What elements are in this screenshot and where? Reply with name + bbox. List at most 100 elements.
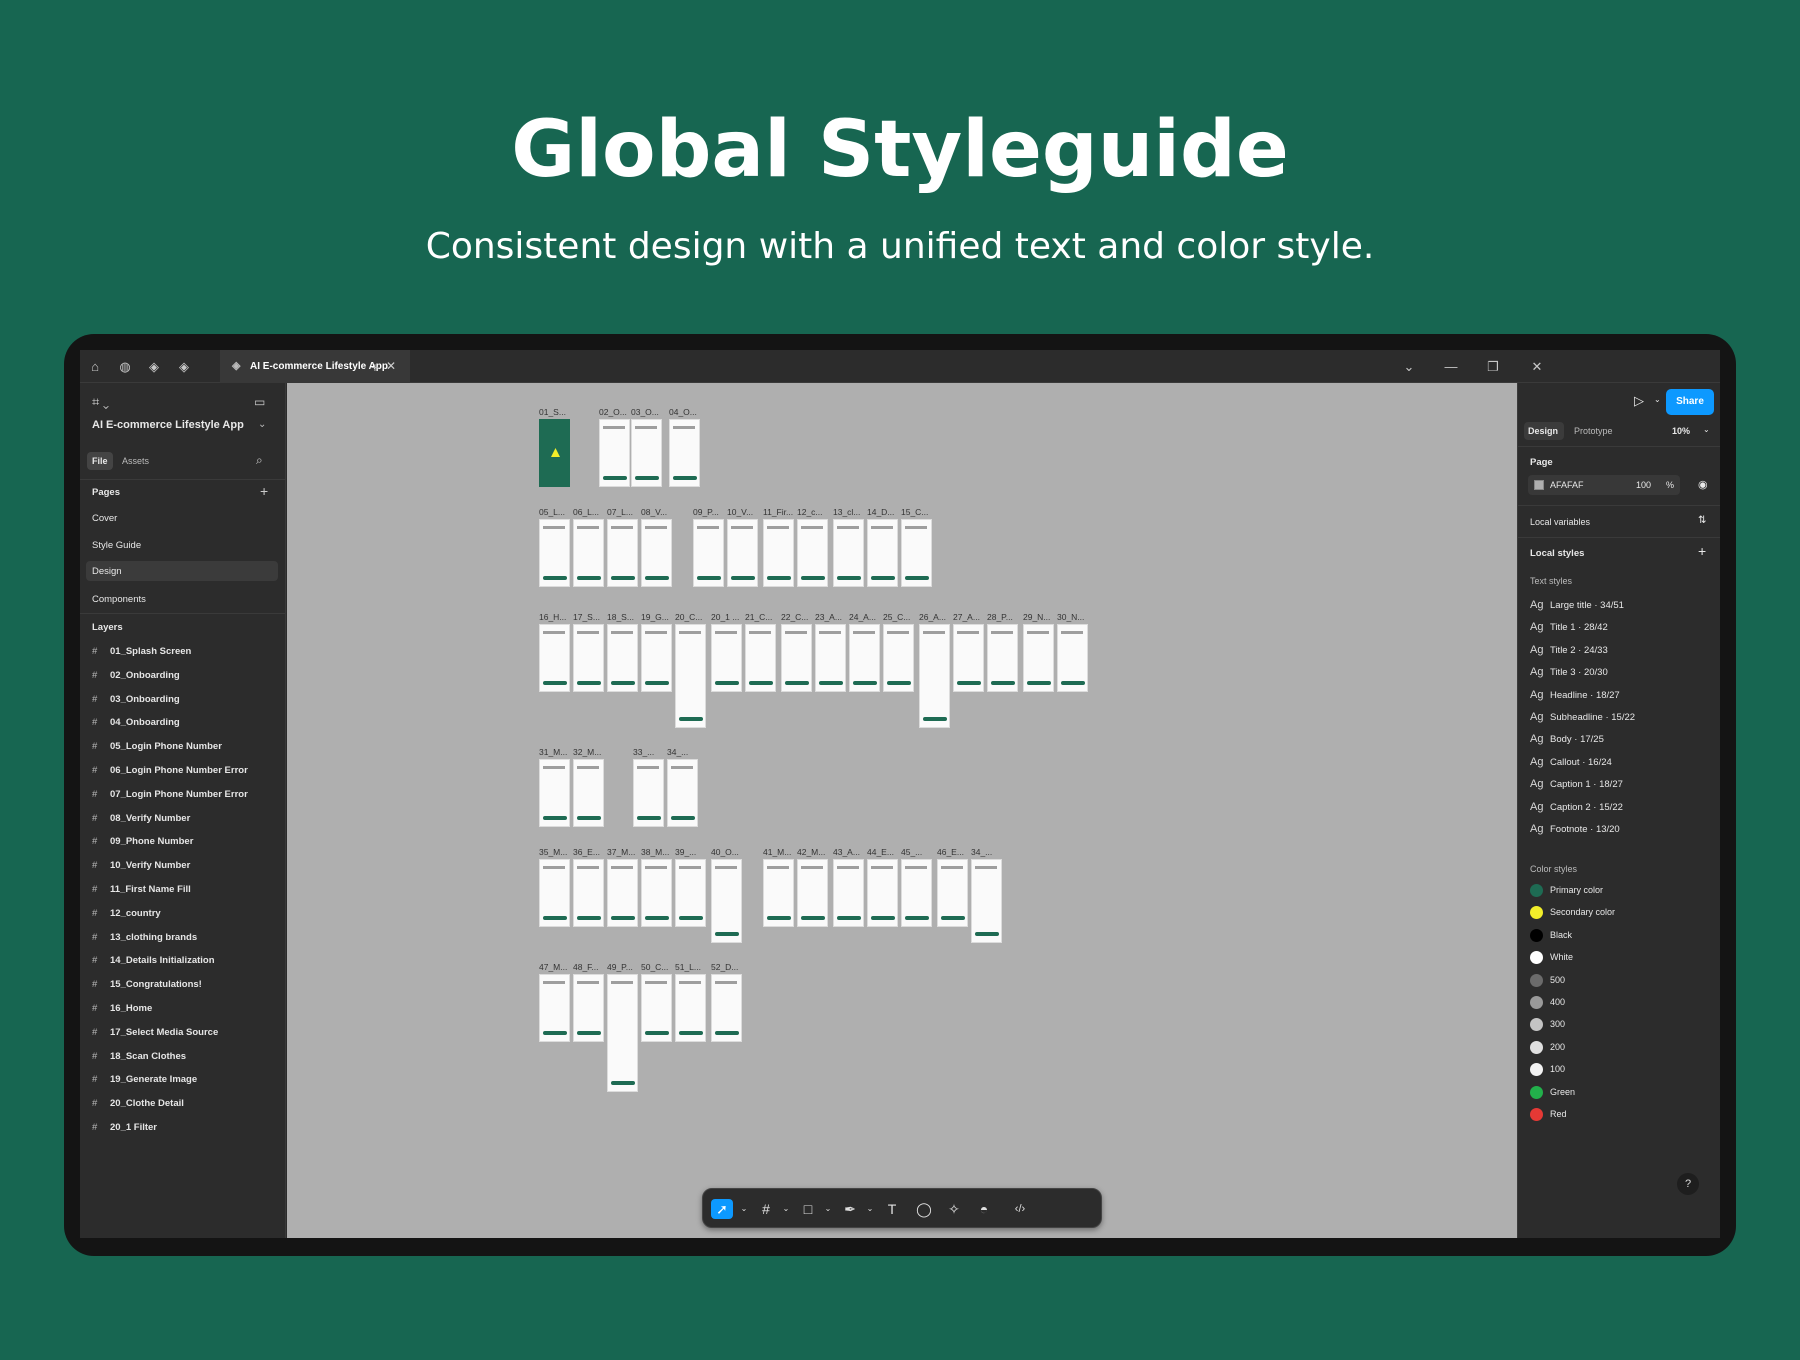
screen-frame[interactable] <box>667 759 698 827</box>
screen-frame[interactable] <box>539 859 570 927</box>
color-style-name[interactable]: 100 <box>1550 1064 1565 1074</box>
frame-label[interactable]: 16_H... <box>539 612 566 622</box>
search-icon[interactable]: ⌕ <box>256 453 263 468</box>
frame-label[interactable]: 25_C... <box>883 612 910 622</box>
minimize-icon[interactable]: — <box>1442 358 1460 376</box>
screen-frame[interactable] <box>573 519 604 587</box>
layer-item[interactable]: #08_Verify Number <box>92 813 190 824</box>
color-style-name[interactable]: Green <box>1550 1087 1575 1097</box>
help-button[interactable]: ? <box>1677 1173 1699 1195</box>
screen-frame[interactable] <box>711 624 742 692</box>
screen-frame[interactable] <box>641 974 672 1042</box>
layer-item[interactable]: #17_Select Media Source <box>92 1027 218 1038</box>
frame-label[interactable]: 31_M... <box>539 747 567 757</box>
frame-label[interactable]: 51_L... <box>675 962 701 972</box>
frame-label[interactable]: 24_A... <box>849 612 876 622</box>
screen-frame[interactable] <box>937 859 968 927</box>
zoom-level[interactable]: 10% <box>1672 426 1690 436</box>
frame-label[interactable]: 23_A... <box>815 612 842 622</box>
text-style-item[interactable]: Ag Large title · 34/51 <box>1530 599 1624 611</box>
share-button[interactable]: Share <box>1666 389 1714 415</box>
play-chevron-icon[interactable]: ⌄ <box>1654 395 1661 404</box>
layer-item[interactable]: #12_country <box>92 908 161 919</box>
screen-frame[interactable] <box>641 859 672 927</box>
layer-item[interactable]: #14_Details Initialization <box>92 955 215 966</box>
layer-item[interactable]: #10_Verify Number <box>92 860 190 871</box>
page-item-components[interactable]: Components <box>92 594 146 605</box>
frame-label[interactable]: 03_O... <box>631 407 659 417</box>
frame-label[interactable]: 22_C... <box>781 612 808 622</box>
frame-label[interactable]: 07_L... <box>607 507 633 517</box>
screen-frame[interactable] <box>867 859 898 927</box>
frame-label[interactable]: 52_D... <box>711 962 738 972</box>
screen-frame[interactable] <box>763 859 794 927</box>
screen-frame[interactable] <box>867 519 898 587</box>
screen-frame[interactable] <box>693 519 724 587</box>
screen-frame[interactable] <box>641 624 672 692</box>
tab-design[interactable]: Design <box>1524 422 1564 440</box>
frame-label[interactable]: 27_A... <box>953 612 980 622</box>
layer-item[interactable]: #18_Scan Clothes <box>92 1051 186 1062</box>
layer-item[interactable]: #03_Onboarding <box>92 694 180 705</box>
zoom-chevron-icon[interactable]: ⌄ <box>1703 425 1710 434</box>
frame-label[interactable]: 35_M... <box>539 847 567 857</box>
add-style-icon[interactable]: + <box>1698 543 1706 559</box>
screen-frame[interactable] <box>901 859 932 927</box>
screen-frame[interactable] <box>539 974 570 1042</box>
frame-label[interactable]: 46_E... <box>937 847 964 857</box>
frame-label[interactable]: 30_N... <box>1057 612 1084 622</box>
screen-frame[interactable] <box>781 624 812 692</box>
frame-label[interactable]: 13_cl... <box>833 507 860 517</box>
screen-frame[interactable] <box>901 519 932 587</box>
screen-frame[interactable] <box>539 519 570 587</box>
screen-frame[interactable] <box>797 859 828 927</box>
screen-frame[interactable] <box>539 419 570 487</box>
home-icon[interactable]: ⌂ <box>86 358 104 376</box>
text-style-item[interactable]: Ag Title 1 · 28/42 <box>1530 621 1608 633</box>
dev-mode-icon[interactable]: ‹/› <box>1009 1199 1031 1219</box>
layer-item[interactable]: #02_Onboarding <box>92 670 180 681</box>
pen-tool-icon[interactable]: ✒ <box>839 1199 861 1219</box>
screen-frame[interactable] <box>607 974 638 1092</box>
color-style-name[interactable]: Primary color <box>1550 885 1603 895</box>
screen-frame[interactable] <box>727 519 758 587</box>
screen-frame[interactable] <box>797 519 828 587</box>
frame-label[interactable]: 20_C... <box>675 612 702 622</box>
text-tool-icon[interactable]: T <box>881 1199 903 1219</box>
frame-label[interactable]: 39_... <box>675 847 696 857</box>
frame-label[interactable]: 14_D... <box>867 507 894 517</box>
frame-label[interactable]: 29_N... <box>1023 612 1050 622</box>
screen-frame[interactable] <box>633 759 664 827</box>
screen-frame[interactable] <box>745 624 776 692</box>
frame-label[interactable]: 11_Fir... <box>763 507 793 517</box>
new-tab-button[interactable]: + <box>366 358 384 376</box>
screen-frame[interactable] <box>607 624 638 692</box>
screen-frame[interactable] <box>711 974 742 1042</box>
project-chevron-icon[interactable]: ⌄ <box>258 419 266 430</box>
eye-icon[interactable]: ◉ <box>1698 478 1708 491</box>
screen-frame[interactable] <box>607 519 638 587</box>
text-style-item[interactable]: Ag Headline · 18/27 <box>1530 689 1620 701</box>
color-style-name[interactable]: 400 <box>1550 997 1565 1007</box>
layer-item[interactable]: #07_Login Phone Number Error <box>92 789 248 800</box>
play-icon[interactable]: ▷ <box>1634 393 1644 409</box>
frame-label[interactable]: 40_O... <box>711 847 739 857</box>
screen-frame[interactable] <box>675 974 706 1042</box>
frame-label[interactable]: 42_M... <box>797 847 825 857</box>
text-style-item[interactable]: Ag Caption 2 · 15/22 <box>1530 801 1623 813</box>
text-style-item[interactable]: Ag Callout · 16/24 <box>1530 756 1612 768</box>
page-item-design-selected[interactable]: Design <box>86 561 278 581</box>
layer-item[interactable]: #15_Congratulations! <box>92 979 202 990</box>
screen-frame[interactable] <box>675 859 706 927</box>
canvas[interactable]: 01_S... 02_O... 03_O... 04_O... 05_L... 06_L.… <box>287 383 1517 1238</box>
local-variables[interactable]: Local variables <box>1530 517 1590 527</box>
screen-frame[interactable] <box>1057 624 1088 692</box>
frame-label[interactable]: 01_S... <box>539 407 566 417</box>
frame-label[interactable]: 08_V... <box>641 507 667 517</box>
screen-frame[interactable] <box>883 624 914 692</box>
variables-settings-icon[interactable]: ⇅ <box>1698 515 1706 526</box>
tab-assets[interactable]: Assets <box>122 456 149 466</box>
rectangle-tool-icon[interactable]: □ <box>797 1199 819 1219</box>
screen-frame[interactable] <box>919 624 950 728</box>
layer-item[interactable]: #06_Login Phone Number Error <box>92 765 248 776</box>
